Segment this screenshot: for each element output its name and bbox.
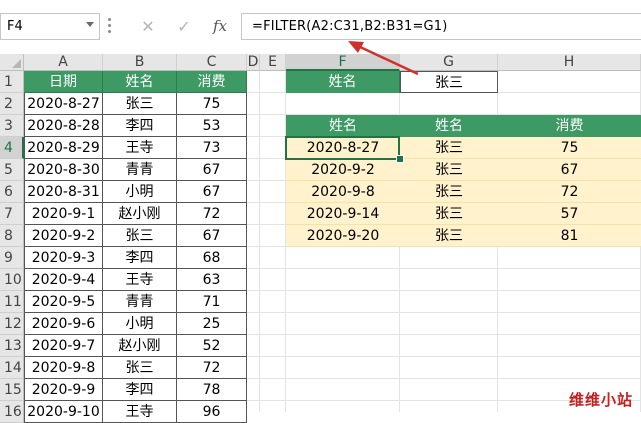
watermark: 维维小站 — [569, 391, 634, 409]
annotation-arrow — [348, 41, 419, 76]
